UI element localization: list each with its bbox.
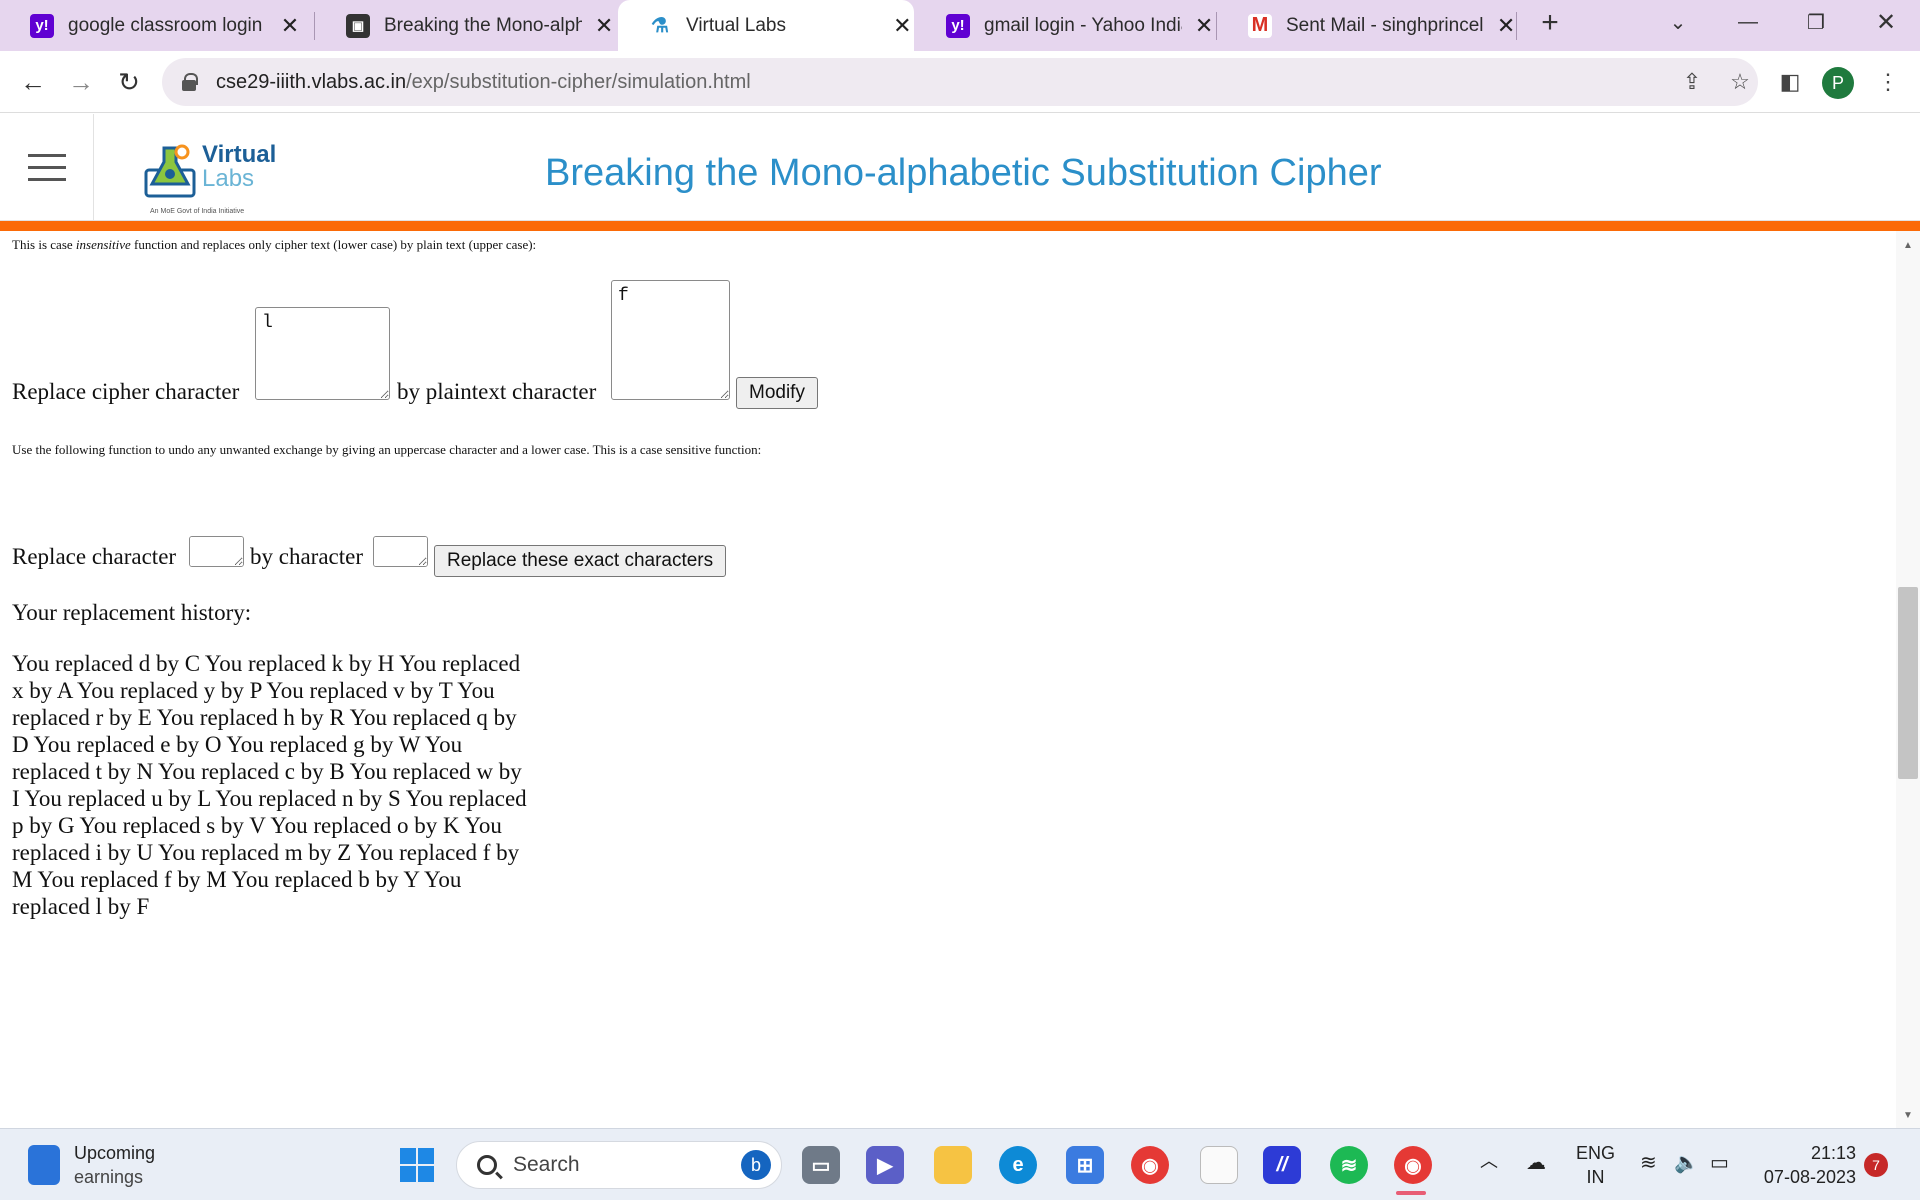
modify-button[interactable]: Modify <box>736 377 818 409</box>
windows-start-icon[interactable] <box>398 1146 436 1184</box>
replace-character-input[interactable] <box>189 536 244 567</box>
clock[interactable]: 21:13 07-08-2023 <box>1760 1141 1856 1189</box>
virtual-labs-icon: ⚗ <box>648 13 672 38</box>
back-arrow-icon[interactable]: ← <box>14 63 52 101</box>
scroll-down-arrow-icon[interactable]: ▼ <box>1898 1110 1918 1121</box>
tab-title: Breaking the Mono-alphab <box>384 14 583 36</box>
replacement-history: You replaced d by C You replaced k by H … <box>12 651 527 919</box>
yahoo-icon: y! <box>946 13 970 38</box>
by-character-input[interactable] <box>373 536 428 567</box>
scroll-up-arrow-icon[interactable]: ▲ <box>1898 240 1918 251</box>
browser-toolbar: ← → ↻ cse29-iiith.vlabs.ac.in/exp/substi… <box>0 51 1920 113</box>
close-icon[interactable]: ✕ <box>1494 13 1518 39</box>
replace-exact-characters-button[interactable]: Replace these exact characters <box>434 545 727 577</box>
wifi-icon[interactable]: ≋ <box>1640 1151 1657 1175</box>
page-title: Breaking the Mono-alphabetic Substitutio… <box>545 152 1382 194</box>
weather-title: Upcoming <box>74 1143 156 1163</box>
edge-icon[interactable]: e <box>999 1146 1037 1184</box>
reload-icon[interactable]: ↻ <box>110 63 148 101</box>
language-indicator[interactable]: ENG IN <box>1576 1141 1615 1189</box>
yahoo-icon: y! <box>30 13 54 38</box>
logo-text-virtual: Virtual <box>202 141 277 168</box>
close-icon[interactable]: ✕ <box>278 13 302 39</box>
replace-character-label: Replace character <box>12 544 177 569</box>
search-icon <box>477 1155 497 1175</box>
header-accent-bar <box>0 221 1920 231</box>
close-icon[interactable]: ✕ <box>592 13 616 39</box>
file-explorer-icon[interactable] <box>934 1146 972 1184</box>
side-panel-icon[interactable]: ◧ <box>1774 66 1806 98</box>
logo-text-labs: Labs <box>202 165 255 192</box>
spotify-icon[interactable]: ≋ <box>1330 1146 1368 1184</box>
windows-taskbar: Upcoming earnings Search b ▭ ▶ e ⊞ ◉ // … <box>0 1128 1920 1200</box>
bookmark-star-icon[interactable]: ☆ <box>1724 66 1756 98</box>
tray-overflow-chevron-icon[interactable]: ︿ <box>1480 1149 1498 1173</box>
window-close-icon[interactable]: ✕ <box>1856 0 1916 45</box>
lock-icon[interactable] <box>182 73 198 91</box>
close-icon[interactable]: ✕ <box>891 13 914 39</box>
simulation-content: This is case insensitive function and re… <box>0 231 1896 1128</box>
replace-cipher-label: Replace cipher character <box>12 379 240 404</box>
tab-gmail-login-yahoo[interactable]: y! gmail login - Yahoo India ✕ <box>916 0 1216 51</box>
tab-title: Sent Mail - singhprincelax <box>1286 14 1485 36</box>
profile-avatar[interactable]: P <box>1822 67 1854 99</box>
by-character-label: by character <box>250 544 364 569</box>
tab-search-chevron-icon[interactable]: ⌄ <box>1648 0 1708 45</box>
classroom-icon: ▣ <box>346 13 370 38</box>
task-view-icon[interactable]: ▭ <box>802 1146 840 1184</box>
search-placeholder: Search <box>513 1153 580 1176</box>
weather-subtitle: earnings <box>74 1167 144 1187</box>
tab-google-classroom-login[interactable]: y! google classroom login - ✕ <box>0 0 312 51</box>
chrome-icon[interactable]: ◉ <box>1131 1146 1169 1184</box>
menu-kebab-icon[interactable]: ⋮ <box>1872 66 1904 98</box>
forward-arrow-icon[interactable]: → <box>62 63 100 101</box>
case-insensitive-note: This is case insensitive function and re… <box>12 237 537 252</box>
tab-title: gmail login - Yahoo India <box>984 14 1183 36</box>
cipher-character-input[interactable]: l <box>255 307 390 400</box>
address-bar[interactable]: cse29-iiith.vlabs.ac.in/exp/substitution… <box>162 58 1758 106</box>
browser-tab-strip: y! google classroom login - ✕ ▣ Breaking… <box>0 0 1920 51</box>
minimize-icon[interactable]: — <box>1718 0 1778 45</box>
hamburger-menu-icon[interactable] <box>0 114 94 221</box>
tab-sent-mail[interactable]: M Sent Mail - singhprincelax ✕ <box>1218 0 1518 51</box>
site-header: Virtual Labs An MoE Govt of India Initia… <box>0 114 1920 221</box>
chrome-profile-icon[interactable]: ◉ <box>1394 1146 1432 1184</box>
app-icon[interactable]: // <box>1263 1146 1301 1184</box>
close-icon[interactable]: ✕ <box>1192 13 1216 39</box>
tab-breaking-mono-alphabetic[interactable]: ▣ Breaking the Mono-alphab ✕ <box>316 0 616 51</box>
microsoft-store-icon[interactable]: ⊞ <box>1066 1146 1104 1184</box>
gmail-icon: M <box>1248 13 1272 38</box>
scrollbar-thumb[interactable] <box>1898 587 1918 779</box>
url-text[interactable]: cse29-iiith.vlabs.ac.in/exp/substitution… <box>216 71 751 94</box>
by-plaintext-label: by plaintext character <box>397 379 597 404</box>
virtual-labs-logo[interactable]: Virtual Labs An MoE Govt of India Initia… <box>140 130 277 215</box>
share-icon[interactable]: ⇪ <box>1676 66 1708 98</box>
logo-tagline: An MoE Govt of India Initiative <box>150 208 245 215</box>
case-sensitive-note: Use the following function to undo any u… <box>12 442 762 457</box>
bing-icon: b <box>741 1150 771 1180</box>
plaintext-character-input[interactable]: f <box>611 280 730 400</box>
active-app-indicator <box>1396 1191 1426 1195</box>
tab-title: google classroom login - <box>68 14 268 36</box>
weather-widget[interactable]: Upcoming earnings <box>28 1141 155 1189</box>
stock-icon <box>28 1145 60 1185</box>
tab-virtual-labs[interactable]: ⚗ Virtual Labs ✕ <box>618 0 914 51</box>
volume-icon[interactable]: 🔈 <box>1674 1151 1699 1175</box>
restore-icon[interactable]: ❐ <box>1786 0 1846 45</box>
battery-icon[interactable]: ▭ <box>1710 1151 1729 1175</box>
flask-logo-icon <box>144 144 196 198</box>
onedrive-icon[interactable]: ☁ <box>1526 1151 1546 1175</box>
notification-badge[interactable]: 7 <box>1864 1153 1888 1177</box>
teams-chat-icon[interactable]: ▶ <box>866 1146 904 1184</box>
history-title: Your replacement history: <box>12 600 252 625</box>
taskbar-search-input[interactable]: Search b <box>456 1141 782 1189</box>
tab-title: Virtual Labs <box>686 14 786 36</box>
new-tab-button[interactable]: + <box>1520 0 1580 45</box>
notepad-icon[interactable] <box>1200 1146 1238 1184</box>
